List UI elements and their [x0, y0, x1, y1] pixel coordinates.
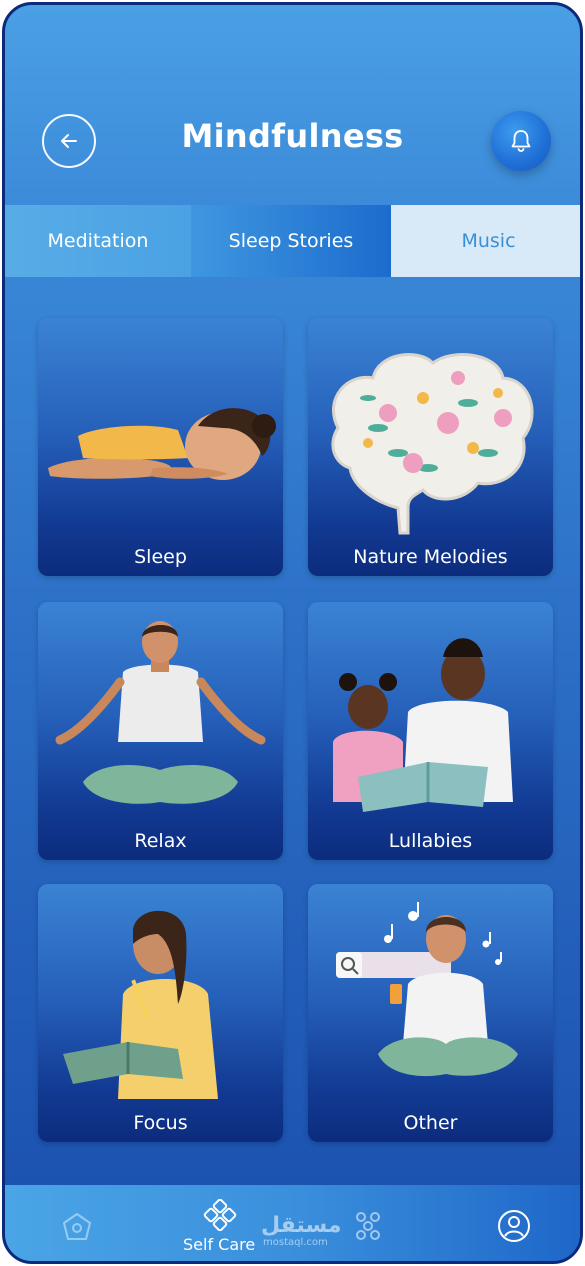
person-meditating-illustration: [55, 621, 266, 804]
nav-self-care[interactable]: [203, 1198, 237, 1235]
category-card-sleep[interactable]: Sleep: [38, 318, 283, 576]
watermark: مستقل: [261, 1213, 342, 1238]
category-card-nature-melodies[interactable]: Nature Melodies: [308, 318, 553, 576]
profile-icon: [498, 1210, 530, 1242]
tab-sleep-stories[interactable]: Sleep Stories: [191, 205, 391, 277]
person-sleeping-illustration: [48, 408, 276, 480]
person-reading-book-illustration: [63, 910, 218, 1099]
category-card-focus[interactable]: Focus: [38, 884, 283, 1142]
nav-profile[interactable]: [497, 1209, 531, 1247]
category-tabs: Meditation Sleep Stories Music: [5, 205, 580, 277]
nav-self-care-label: Self Care: [183, 1235, 256, 1254]
bell-icon: [511, 130, 531, 152]
category-label: Sleep: [134, 546, 187, 568]
notification-button[interactable]: [491, 111, 551, 171]
home-icon: [63, 1213, 91, 1240]
category-label: Other: [403, 1112, 458, 1134]
self-care-icon: [203, 1198, 237, 1232]
category-label: Relax: [134, 830, 187, 852]
category-label: Focus: [133, 1112, 188, 1134]
category-label: Nature Melodies: [353, 546, 508, 568]
nav-community[interactable]: [351, 1209, 385, 1247]
person-with-phone-music-notes-illustration: [336, 902, 518, 1077]
watermark-url: mostaql.com: [263, 1237, 328, 1248]
category-card-lullabies[interactable]: Lullabies: [308, 602, 553, 860]
parent-reading-to-child-illustration: [333, 638, 513, 812]
community-icon: [356, 1212, 380, 1240]
nav-home[interactable]: [60, 1210, 94, 1248]
category-label: Lullabies: [388, 830, 473, 852]
tab-music[interactable]: Music: [391, 205, 580, 277]
app-screen: Mindfulness Meditation Sleep Stories Mus…: [2, 2, 583, 1264]
category-card-relax[interactable]: Relax: [38, 602, 283, 860]
tab-meditation[interactable]: Meditation: [5, 205, 191, 277]
floral-brain-illustration: [331, 353, 534, 535]
category-card-other[interactable]: Other: [308, 884, 553, 1142]
